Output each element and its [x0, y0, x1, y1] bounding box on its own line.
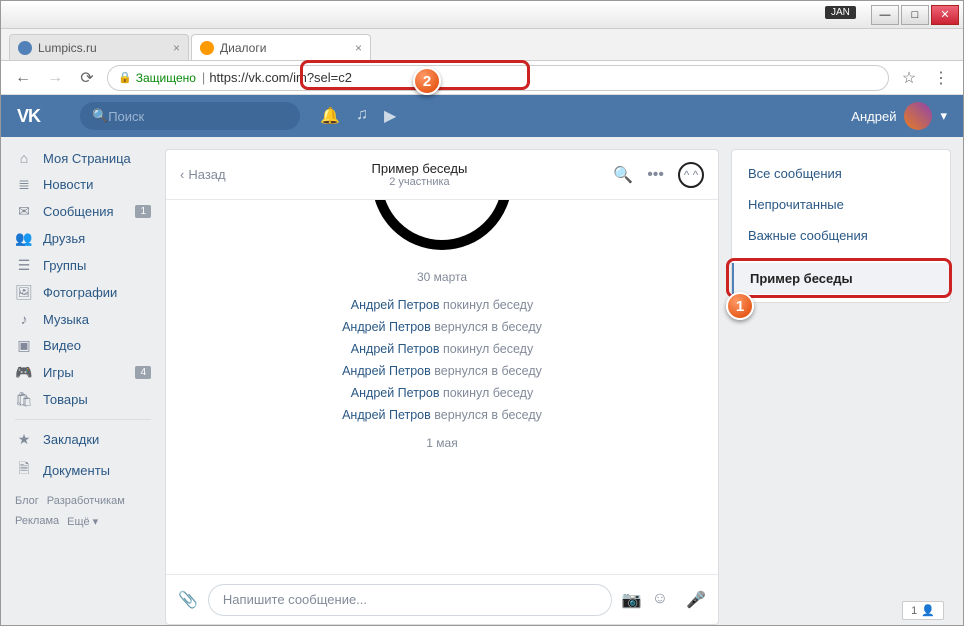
chat-panel: ‹ Назад Пример беседы 2 участника 🔍 ••• …: [165, 149, 719, 625]
date-label: 1 мая: [186, 436, 698, 450]
vk-logo[interactable]: VK: [17, 106, 40, 127]
close-tab-icon[interactable]: ×: [173, 41, 180, 55]
video-icon: ▣: [15, 337, 33, 354]
system-message: Андрей Петров покинул беседу: [186, 298, 698, 312]
mic-icon[interactable]: 🎤: [686, 590, 706, 610]
person-icon: 👤: [921, 604, 935, 617]
tab-label: Lumpics.ru: [38, 41, 97, 55]
sidebar-item-news[interactable]: ≣Новости: [1, 171, 165, 198]
url-text: https://vk.com/im?sel=c2: [209, 70, 352, 85]
username: Андрей: [851, 109, 896, 124]
emoji-icon[interactable]: ☺: [652, 590, 668, 610]
message-input[interactable]: Напишите сообщение...: [208, 584, 612, 616]
documents-icon: 🗎: [15, 458, 33, 482]
tab-lumpics[interactable]: Lumpics.ru ×: [9, 34, 189, 60]
minimize-button[interactable]: —: [871, 5, 899, 25]
sidebar-item-music[interactable]: ♪Музыка: [1, 306, 165, 332]
sidebar-item-messages[interactable]: ✉Сообщения1: [1, 198, 165, 225]
forward-button[interactable]: →: [43, 66, 67, 90]
favicon-icon: [18, 41, 32, 55]
back-button[interactable]: ←: [11, 66, 35, 90]
photos-icon: 🖼: [15, 284, 33, 301]
chat-avatar-large: [372, 200, 512, 250]
secure-label: Защищено: [136, 71, 196, 85]
sidebar-item-mypage[interactable]: ⌂Моя Страница: [1, 145, 165, 171]
back-button[interactable]: ‹ Назад: [180, 167, 226, 182]
system-message: Андрей Петров вернулся в беседу: [186, 364, 698, 378]
link-blog[interactable]: Блог: [15, 495, 39, 507]
lock-icon: 🔒: [118, 71, 132, 84]
bookmarks-icon: ★: [15, 431, 33, 448]
system-message: Андрей Петров покинул беседу: [186, 386, 698, 400]
divider: [15, 419, 151, 420]
sidebar: ⌂Моя Страница ≣Новости ✉Сообщения1 👥Друз…: [1, 137, 165, 625]
system-message: Андрей Петров покинул беседу: [186, 342, 698, 356]
jan-badge: JAN: [825, 6, 856, 19]
annotation-badge-1: 1: [726, 292, 754, 320]
link-developers[interactable]: Разработчикам: [47, 495, 125, 507]
search-icon: 🔍: [92, 108, 108, 124]
online-count[interactable]: 1 👤: [902, 601, 944, 620]
link-ads[interactable]: Реклама: [15, 515, 59, 528]
close-button[interactable]: ✕: [931, 5, 959, 25]
notifications-icon[interactable]: 🔔: [320, 106, 340, 126]
user-menu[interactable]: Андрей ▾: [851, 102, 947, 130]
close-tab-icon[interactable]: ×: [355, 41, 362, 55]
address-bar: ← → ⟳ 🔒 Защищено | https://vk.com/im?sel…: [1, 61, 963, 95]
groups-icon: ☰: [15, 257, 33, 274]
chevron-left-icon: ‹: [180, 167, 184, 182]
sidebar-item-photos[interactable]: 🖼Фотографии: [1, 279, 165, 306]
url-field[interactable]: 🔒 Защищено | https://vk.com/im?sel=c2: [107, 65, 889, 91]
star-button[interactable]: ☆: [897, 66, 921, 90]
video-icon[interactable]: ▶: [384, 106, 396, 126]
friends-icon: 👥: [15, 230, 33, 247]
chat-title: Пример беседы 2 участника: [226, 161, 614, 188]
system-message: Андрей Петров вернулся в беседу: [186, 408, 698, 422]
filter-conversation[interactable]: Пример беседы: [732, 263, 950, 294]
filters-panel: Все сообщения Непрочитанные Важные сообщ…: [731, 149, 951, 303]
sidebar-item-documents[interactable]: 🗎Документы: [1, 453, 165, 487]
date-label: 30 марта: [186, 270, 698, 284]
sidebar-item-market[interactable]: 🛍Товары: [1, 386, 165, 413]
home-icon: ⌂: [15, 150, 33, 166]
news-icon: ≣: [15, 176, 33, 193]
sidebar-item-games[interactable]: 🎮Игры4: [1, 359, 165, 386]
search-placeholder: Поиск: [108, 109, 144, 124]
menu-button[interactable]: ⋮: [929, 66, 953, 90]
filter-all[interactable]: Все сообщения: [732, 158, 950, 189]
vk-header: VK 🔍 Поиск 🔔 ♫ ▶ Андрей ▾: [1, 95, 963, 137]
search-input[interactable]: 🔍 Поиск: [80, 102, 300, 130]
camera-icon[interactable]: 📷: [622, 590, 642, 610]
filter-important[interactable]: Важные сообщения: [732, 220, 950, 251]
chevron-down-icon: ▾: [940, 108, 947, 124]
market-icon: 🛍: [15, 391, 33, 408]
music-icon: ♪: [15, 311, 33, 327]
music-icon[interactable]: ♫: [356, 106, 368, 126]
link-more[interactable]: Ещё ▾: [67, 515, 98, 528]
avatar: [904, 102, 932, 130]
chat-body: 30 марта Андрей Петров покинул беседу Ан…: [166, 200, 718, 574]
more-icon[interactable]: •••: [647, 166, 664, 184]
chat-avatar-icon[interactable]: ^ ^: [678, 162, 704, 188]
system-message: Андрей Петров вернулся в беседу: [186, 320, 698, 334]
messages-icon: ✉: [15, 203, 33, 220]
tab-label: Диалоги: [220, 41, 266, 55]
sidebar-item-video[interactable]: ▣Видео: [1, 332, 165, 359]
annotation-badge-2: 2: [413, 67, 441, 95]
sidebar-item-groups[interactable]: ☰Группы: [1, 252, 165, 279]
reload-button[interactable]: ⟳: [75, 66, 99, 90]
attach-icon[interactable]: 📎: [178, 590, 198, 610]
footer-links: Блог Разработчикам Реклама Ещё ▾: [1, 487, 165, 536]
tab-dialogs[interactable]: Диалоги ×: [191, 34, 371, 60]
browser-tabs: Lumpics.ru × Диалоги ×: [1, 29, 963, 61]
search-chat-icon[interactable]: 🔍: [613, 165, 633, 185]
sidebar-item-bookmarks[interactable]: ★Закладки: [1, 426, 165, 453]
games-icon: 🎮: [15, 364, 33, 381]
favicon-icon: [200, 41, 214, 55]
filter-unread[interactable]: Непрочитанные: [732, 189, 950, 220]
window-titlebar: — □ ✕: [1, 1, 963, 29]
sidebar-item-friends[interactable]: 👥Друзья: [1, 225, 165, 252]
maximize-button[interactable]: □: [901, 5, 929, 25]
